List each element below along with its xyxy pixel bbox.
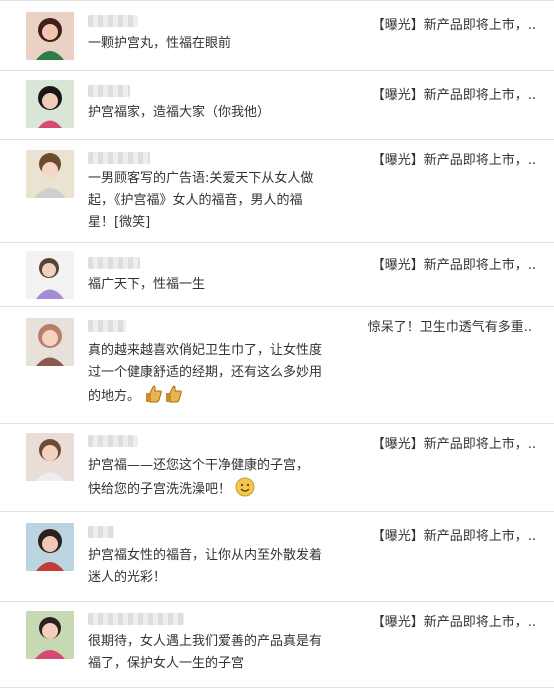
reply-link[interactable]: 【曝光】新产品即将上市，.. bbox=[372, 436, 536, 454]
username-blurred bbox=[88, 85, 130, 97]
comment-text: 护宫福女性的福音，让你从内至外散发着迷人的光彩！ bbox=[88, 548, 323, 585]
comment-text: 真的越来越喜欢俏妃卫生巾了，让女性度过一个健康舒适的经期，还有这么多妙用的地方。 bbox=[88, 340, 326, 408]
thumbs-up-icon bbox=[164, 384, 184, 404]
comment-item: 一颗护宫丸，性福在眼前 【曝光】新产品即将上市，.. bbox=[0, 1, 554, 71]
reply-link[interactable]: 【曝光】新产品即将上市，.. bbox=[372, 614, 536, 632]
username-blurred bbox=[88, 15, 138, 27]
comment-text: 一男顾客写的广告语:关爱天下从女人做起，《护宫福》女人的福音，男人的福星！[微笑… bbox=[88, 171, 314, 230]
reply-link[interactable]: 惊呆了！卫生巾透气有多重.. bbox=[368, 319, 532, 337]
comment-text: 护宫福家，造福大家（你我他） bbox=[88, 105, 271, 120]
user-avatar[interactable] bbox=[26, 611, 74, 659]
comment-item: 护宫福——还您这个干净健康的子宫，快给您的子宫洗洗澡吧！ 【曝光】新产品即将上市… bbox=[0, 424, 554, 512]
reply-link[interactable]: 【曝光】新产品即将上市，.. bbox=[372, 528, 536, 546]
username-blurred bbox=[88, 613, 184, 625]
comment-text: 福广天下，性福一生 bbox=[88, 277, 206, 292]
comment-text: 很期待，女人遇上我们爱善的产品真是有福了，保护女人一生的子宫 bbox=[88, 634, 323, 671]
smile-icon bbox=[235, 477, 255, 497]
user-avatar[interactable] bbox=[26, 80, 74, 128]
comment-item: 很期待，女人遇上我们爱善的产品真是有福了，保护女人一生的子宫 【曝光】新产品即将… bbox=[0, 602, 554, 688]
comment-item: 护宫福女性的福音，让你从内至外散发着迷人的光彩！ 【曝光】新产品即将上市，.. bbox=[0, 512, 554, 602]
comment-item: 真的越来越喜欢俏妃卫生巾了，让女性度过一个健康舒适的经期，还有这么多妙用的地方。… bbox=[0, 307, 554, 424]
reply-link[interactable]: 【曝光】新产品即将上市，.. bbox=[372, 152, 536, 170]
comment-body: 真的越来越喜欢俏妃卫生巾了，让女性度过一个健康舒适的经期，还有这么多妙用的地方。 bbox=[88, 343, 323, 404]
username-blurred bbox=[88, 435, 138, 447]
comment-body: 护宫福——还您这个干净健康的子宫，快给您的子宫洗洗澡吧！ bbox=[88, 458, 310, 497]
user-avatar[interactable] bbox=[26, 12, 74, 60]
thumbs-up-icon bbox=[144, 384, 164, 404]
reply-link[interactable]: 【曝光】新产品即将上市，.. bbox=[372, 257, 536, 275]
reply-link[interactable]: 【曝光】新产品即将上市，.. bbox=[372, 17, 536, 35]
comment-feed: 一颗护宫丸，性福在眼前 【曝光】新产品即将上市，.. 护宫福家，造福大家（你我他… bbox=[0, 0, 554, 688]
username-blurred bbox=[88, 152, 150, 164]
user-avatar[interactable] bbox=[26, 318, 74, 366]
username-blurred bbox=[88, 257, 140, 269]
user-avatar[interactable] bbox=[26, 523, 74, 571]
reply-link[interactable]: 【曝光】新产品即将上市，.. bbox=[372, 87, 536, 105]
username-blurred bbox=[88, 526, 114, 538]
comment-item: 福广天下，性福一生 【曝光】新产品即将上市，.. bbox=[0, 243, 554, 307]
comment-text: 一颗护宫丸，性福在眼前 bbox=[88, 36, 232, 51]
comment-item: 一男顾客写的广告语:关爱天下从女人做起，《护宫福》女人的福音，男人的福星！[微笑… bbox=[0, 140, 554, 243]
comment-text: 护宫福——还您这个干净健康的子宫，快给您的子宫洗洗澡吧！ bbox=[88, 455, 318, 501]
comment-item: 护宫福家，造福大家（你我他） 【曝光】新产品即将上市，.. bbox=[0, 71, 554, 140]
user-avatar[interactable] bbox=[26, 150, 74, 198]
user-avatar[interactable] bbox=[26, 251, 74, 299]
user-avatar[interactable] bbox=[26, 433, 74, 481]
username-blurred bbox=[88, 320, 126, 332]
